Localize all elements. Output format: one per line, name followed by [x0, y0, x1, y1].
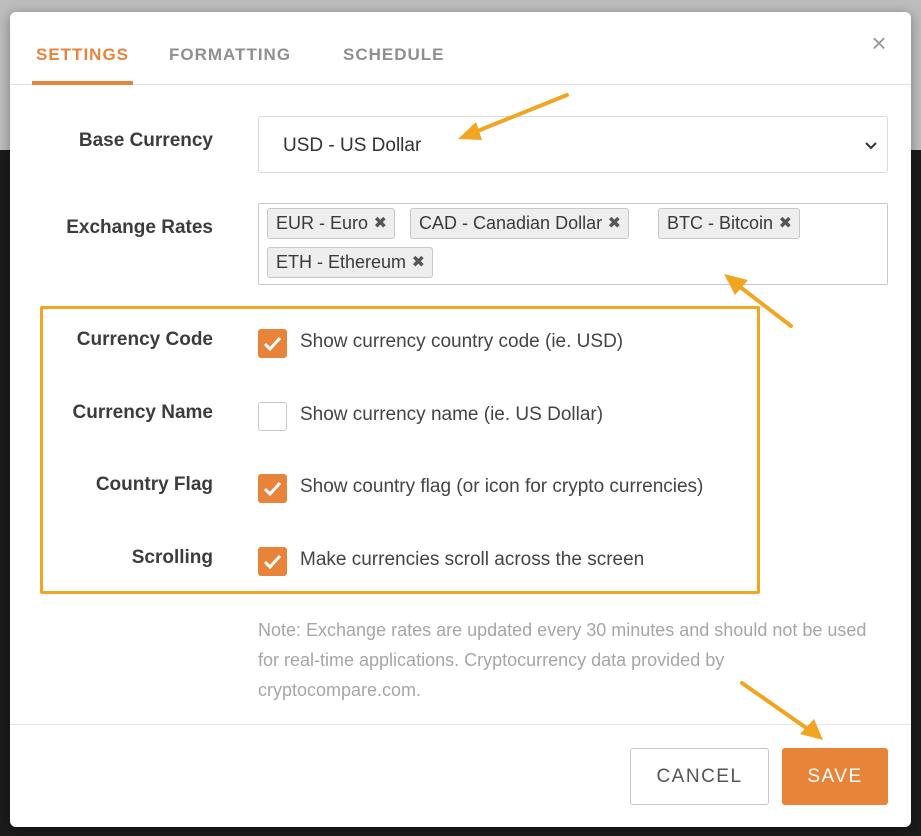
currency-code-checkbox[interactable]	[258, 329, 287, 358]
chip-label: CAD - Canadian Dollar	[419, 213, 603, 233]
currency-name-label: Currency Name	[72, 402, 213, 423]
country-flag-label: Country Flag	[95, 474, 213, 495]
remove-icon[interactable]: ✖	[779, 209, 792, 238]
footer-divider	[10, 724, 911, 725]
chip-eur: EUR - Euro ✖	[267, 208, 396, 239]
chip-cad: CAD - Canadian Dollar ✖	[410, 208, 630, 239]
cancel-button[interactable]: CANCEL	[630, 748, 769, 805]
chip-label: ETH - Ethereum	[276, 252, 407, 272]
exchange-rates-input[interactable]: EUR - Euro ✖ CAD - Canadian Dollar ✖ BTC…	[258, 203, 888, 285]
tab-schedule[interactable]: SCHEDULE	[343, 45, 445, 65]
chip-label: EUR - Euro	[276, 213, 369, 233]
base-currency-value: USD - US Dollar	[283, 135, 422, 156]
checkmark-icon	[263, 336, 282, 352]
chevron-down-icon	[865, 142, 877, 150]
scrolling-text: Make currencies scroll across the screen	[300, 549, 645, 570]
scrolling-label: Scrolling	[131, 547, 213, 568]
base-currency-label: Base Currency	[78, 130, 213, 151]
currency-name-text: Show currency name (ie. US Dollar)	[300, 404, 604, 425]
settings-modal: SETTINGS FORMATTING SCHEDULE × Base Curr…	[10, 12, 911, 827]
chip-label: BTC - Bitcoin	[667, 213, 774, 233]
save-button[interactable]: SAVE	[782, 748, 888, 805]
base-currency-select[interactable]: USD - US Dollar	[258, 116, 888, 173]
checkmark-icon	[263, 481, 282, 497]
tab-formatting[interactable]: FORMATTING	[169, 45, 291, 65]
close-icon[interactable]: ×	[868, 30, 890, 56]
tab-settings[interactable]: SETTINGS	[36, 45, 129, 65]
remove-icon[interactable]: ✖	[608, 209, 621, 238]
tab-bar: SETTINGS FORMATTING SCHEDULE	[10, 12, 911, 85]
currency-code-text: Show currency country code (ie. USD)	[300, 331, 624, 352]
active-tab-indicator	[32, 81, 133, 85]
exchange-rate-note: Note: Exchange rates are updated every 3…	[258, 620, 867, 700]
checkmark-icon	[263, 554, 282, 570]
currency-name-checkbox[interactable]	[258, 402, 287, 431]
country-flag-text: Show country flag (or icon for crypto cu…	[300, 476, 704, 497]
country-flag-checkbox[interactable]	[258, 474, 287, 503]
remove-icon[interactable]: ✖	[412, 248, 425, 277]
scrolling-checkbox[interactable]	[258, 547, 287, 576]
chip-btc: BTC - Bitcoin ✖	[658, 208, 801, 239]
chip-eth: ETH - Ethereum ✖	[267, 247, 434, 278]
remove-icon[interactable]: ✖	[374, 209, 387, 238]
exchange-rates-label: Exchange Rates	[66, 217, 213, 238]
currency-code-label: Currency Code	[76, 329, 213, 350]
